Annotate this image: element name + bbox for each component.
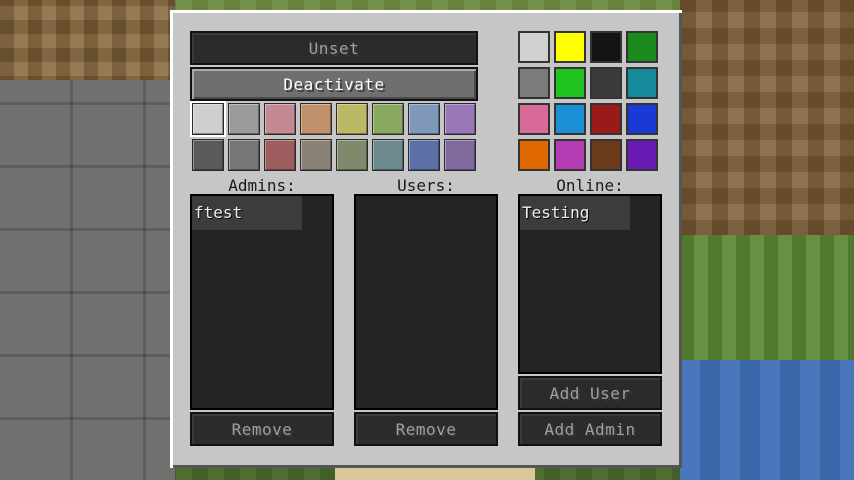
texture-color-swatch[interactable] xyxy=(190,101,226,137)
texture-color-swatch[interactable] xyxy=(300,139,332,171)
texture-color-swatch[interactable] xyxy=(444,139,476,171)
access-control-panel: Unset Deactivate Admins: Users: Online: … xyxy=(170,10,682,468)
color-swatch[interactable] xyxy=(590,103,622,135)
color-swatch[interactable] xyxy=(554,103,586,135)
deactivate-button[interactable]: Deactivate xyxy=(190,67,478,101)
add-user-button[interactable]: Add User xyxy=(518,376,662,410)
add-admin-button[interactable]: Add Admin xyxy=(518,412,662,446)
texture-color-swatch[interactable] xyxy=(408,103,440,135)
remove-user-button[interactable]: Remove xyxy=(354,412,498,446)
texture-color-swatch[interactable] xyxy=(300,103,332,135)
color-swatch[interactable] xyxy=(554,67,586,99)
color-swatch[interactable] xyxy=(518,31,550,63)
color-swatch[interactable] xyxy=(518,103,550,135)
color-swatch[interactable] xyxy=(590,67,622,99)
color-swatch[interactable] xyxy=(518,139,550,171)
online-label: Online: xyxy=(556,176,624,195)
texture-color-swatch[interactable] xyxy=(372,139,404,171)
admin-list-item[interactable]: ftest xyxy=(192,196,302,230)
users-label: Users: xyxy=(397,176,455,195)
texture-color-swatch[interactable] xyxy=(372,103,404,135)
admins-label: Admins: xyxy=(228,176,296,195)
unset-button[interactable]: Unset xyxy=(190,31,478,65)
water xyxy=(680,360,854,480)
texture-color-swatch[interactable] xyxy=(336,139,368,171)
color-swatch[interactable] xyxy=(626,67,658,99)
users-list[interactable] xyxy=(354,194,498,410)
texture-color-swatch[interactable] xyxy=(408,139,440,171)
texture-color-swatch[interactable] xyxy=(192,139,224,171)
color-swatch[interactable] xyxy=(518,67,550,99)
stone-bricks-left xyxy=(0,80,175,480)
texture-color-swatch[interactable] xyxy=(228,103,260,135)
color-swatch[interactable] xyxy=(554,139,586,171)
dirt-blocks-left xyxy=(0,0,175,90)
texture-color-swatch[interactable] xyxy=(228,139,260,171)
admins-list[interactable]: ftest xyxy=(190,194,334,410)
texture-color-swatch[interactable] xyxy=(444,103,476,135)
color-swatch[interactable] xyxy=(626,31,658,63)
online-list[interactable]: Testing xyxy=(518,194,662,374)
color-swatch[interactable] xyxy=(626,103,658,135)
texture-color-swatch[interactable] xyxy=(264,103,296,135)
grass-right xyxy=(680,235,854,365)
online-list-item[interactable]: Testing xyxy=(520,196,630,230)
texture-color-swatch[interactable] xyxy=(264,139,296,171)
color-swatch[interactable] xyxy=(554,31,586,63)
color-swatch[interactable] xyxy=(626,139,658,171)
remove-admin-button[interactable]: Remove xyxy=(190,412,334,446)
color-swatch[interactable] xyxy=(590,31,622,63)
texture-color-swatch[interactable] xyxy=(336,103,368,135)
color-swatch[interactable] xyxy=(590,139,622,171)
